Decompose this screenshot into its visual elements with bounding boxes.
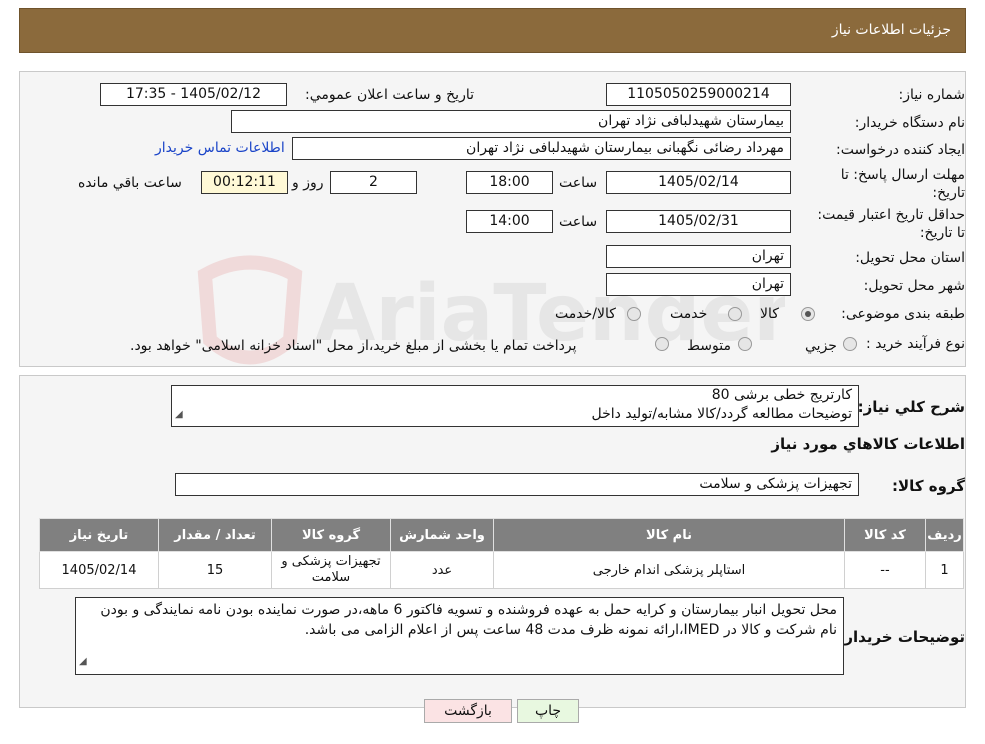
validity-time-field: 14:00 xyxy=(466,210,553,233)
process-radio-medium[interactable] xyxy=(738,337,752,351)
days-field: 2 xyxy=(330,171,417,194)
city-field: تهران xyxy=(606,273,791,296)
page-header: جزئیات اطلاعات نیاز xyxy=(19,8,966,53)
buyer-org-field: بيمارستان شهيدلبافی نژاد تهران xyxy=(231,110,791,133)
days-label: روز و xyxy=(292,175,324,191)
deadline-time-label: ساعت xyxy=(559,175,598,191)
process-radio-minor[interactable] xyxy=(843,337,857,351)
summary-textarea[interactable]: کارتريج خطی برشی 80 توضيحات مطالعه گردد/… xyxy=(171,385,859,427)
col-group: گروه کالا xyxy=(271,518,391,552)
cell-qty: 15 xyxy=(158,551,272,589)
province-label: استان محل تحويل: xyxy=(855,250,965,266)
process-radio-treasury[interactable] xyxy=(655,337,669,351)
buyer-notes-label: توضيحات خريدار: xyxy=(838,628,965,646)
category-radio-service[interactable] xyxy=(728,307,742,321)
city-label: شهر محل تحويل: xyxy=(863,278,965,294)
province-field: تهران xyxy=(606,245,791,268)
cell-row: 1 xyxy=(925,551,964,589)
goods-table: رديف کد کالا نام کالا واحد شمارش گروه کا… xyxy=(39,518,964,589)
category-option-service: خدمت xyxy=(670,306,708,322)
validity-time-label: ساعت xyxy=(559,214,598,230)
category-label: طبقه بندی موضوعی: xyxy=(841,306,965,322)
need-number-label: شماره نیاز: xyxy=(898,87,966,103)
goods-table-wrapper: رديف کد کالا نام کالا واحد شمارش گروه کا… xyxy=(39,518,964,589)
buyer-contact-link[interactable]: اطلاعات تماس خريدار xyxy=(155,140,285,156)
validity-date-field: 1405/02/31 xyxy=(606,210,791,233)
announce-label: تاريخ و ساعت اعلان عمومي: xyxy=(305,87,474,103)
summary-label: شرح کلي نياز: xyxy=(857,398,965,416)
creator-label: ايجاد کننده درخواست: xyxy=(836,142,965,158)
page-title: جزئیات اطلاعات نیاز xyxy=(831,22,951,38)
cell-group: تجهيزات پزشکی و سلامت xyxy=(271,551,391,589)
creator-field: مهرداد رضائی نگهبانی بيمارستان شهيدلبافی… xyxy=(292,137,791,160)
deadline-time-field: 18:00 xyxy=(466,171,553,194)
cell-date: 1405/02/14 xyxy=(39,551,159,589)
buyer-notes-text: محل تحويل انبار بيمارستان و کرايه حمل به… xyxy=(100,602,837,638)
col-row: رديف xyxy=(925,518,964,552)
goods-group-label: گروه کالا: xyxy=(892,477,965,495)
process-note: پرداخت تمام يا بخشی از مبلغ خريد،از محل … xyxy=(130,338,577,354)
col-qty: تعداد / مقدار xyxy=(158,518,272,552)
deadline-date-field: 1405/02/14 xyxy=(606,171,791,194)
resize-handle-icon[interactable]: ◢ xyxy=(79,652,87,672)
need-number-field: 1105050259000214 xyxy=(606,83,791,106)
cell-name: استاپلر پزشکی اندام خارجی xyxy=(493,551,845,589)
summary-line-2: توضيحات مطالعه گردد/کالا مشابه/توليد داخ… xyxy=(591,406,852,422)
category-option-both: کالا/خدمت xyxy=(555,306,616,322)
resize-handle-icon[interactable]: ◢ xyxy=(175,405,183,424)
col-name: نام کالا xyxy=(493,518,845,552)
deadline-label: مهلت ارسال پاسخ: تا تاريخ: xyxy=(840,167,965,201)
category-radio-both[interactable] xyxy=(627,307,641,321)
buyer-org-label: نام دستگاه خريدار: xyxy=(854,115,965,131)
cell-code: -- xyxy=(844,551,926,589)
validity-label: حداقل تاريخ اعتبار قيمت: تا تاريخ: xyxy=(817,207,965,241)
col-unit: واحد شمارش xyxy=(390,518,494,552)
category-option-goods: کالا xyxy=(760,306,779,322)
goods-group-field: تجهيزات پزشکی و سلامت xyxy=(175,473,859,496)
summary-line-1: کارتريج خطی برشی 80 xyxy=(711,387,852,403)
process-option-minor: جزيي xyxy=(805,338,837,354)
print-button[interactable]: چاپ xyxy=(517,699,579,723)
announce-field: 1405/02/12 - 17:35 xyxy=(100,83,287,106)
col-date: تاريخ نياز xyxy=(39,518,159,552)
remaining-time-field: 00:12:11 xyxy=(201,171,288,194)
process-label: نوع فرآيند خريد : xyxy=(866,336,965,352)
cell-unit: عدد xyxy=(390,551,494,589)
table-row: 1 -- استاپلر پزشکی اندام خارجی عدد تجهيز… xyxy=(39,551,964,589)
back-button[interactable]: بازگشت xyxy=(424,699,512,723)
table-header-row: رديف کد کالا نام کالا واحد شمارش گروه کا… xyxy=(39,518,964,552)
goods-section-title: اطلاعات کالاهاي مورد نياز xyxy=(771,435,965,453)
category-radio-goods[interactable] xyxy=(801,307,815,321)
process-option-medium: متوسط xyxy=(687,338,731,354)
col-code: کد کالا xyxy=(844,518,926,552)
buyer-notes-textarea[interactable]: محل تحويل انبار بيمارستان و کرايه حمل به… xyxy=(75,597,844,675)
remaining-label: ساعت باقي مانده xyxy=(78,175,182,191)
